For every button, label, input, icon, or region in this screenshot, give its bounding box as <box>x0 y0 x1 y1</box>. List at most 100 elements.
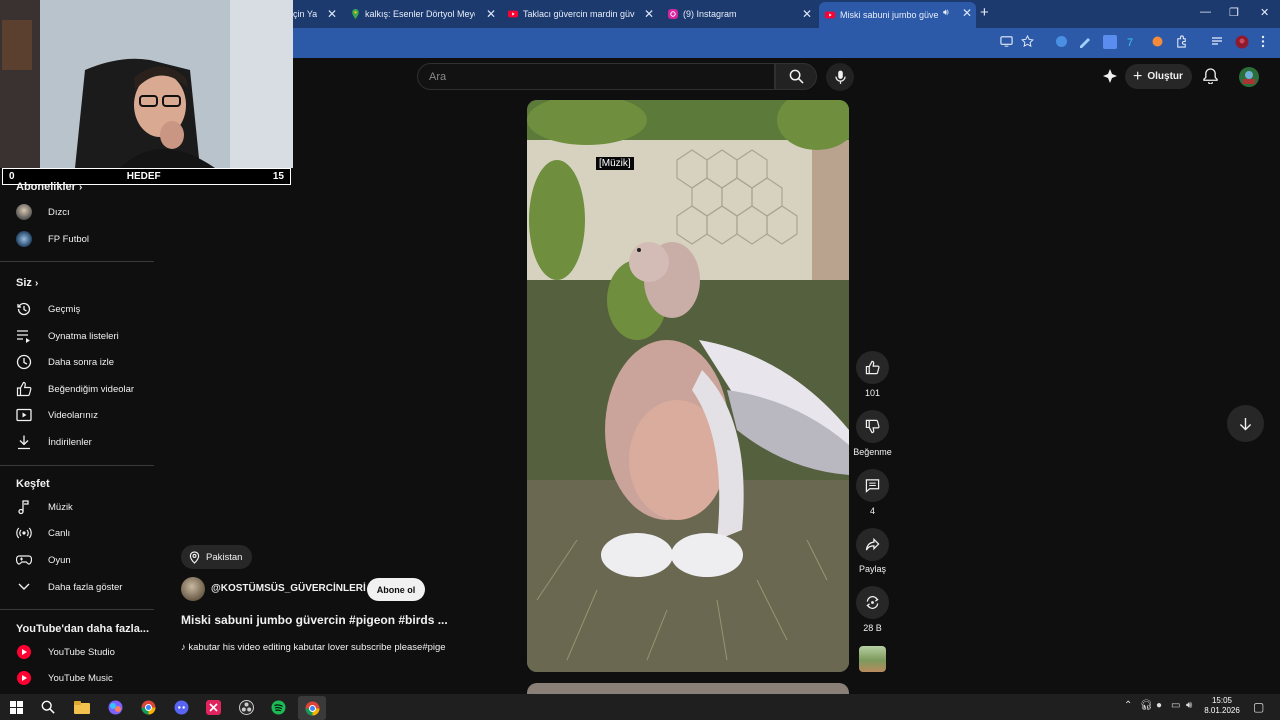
tab-3[interactable]: (9) Instagram ✕ <box>662 3 816 25</box>
live-icon <box>16 525 32 541</box>
close-icon[interactable]: ✕ <box>644 7 654 21</box>
media-queue-icon[interactable] <box>1211 35 1225 49</box>
extension-translate-icon[interactable] <box>1103 35 1117 49</box>
shorts-video-player[interactable] <box>527 100 849 672</box>
search-button[interactable] <box>775 63 817 90</box>
taskbar-clock[interactable]: 15:05 8.01.2026 <box>1200 696 1244 716</box>
goal-current: 0 <box>9 171 15 182</box>
comments-button[interactable] <box>856 469 889 502</box>
remix-button[interactable] <box>856 586 889 619</box>
close-icon[interactable]: ✕ <box>962 6 972 20</box>
account-avatar[interactable] <box>1239 67 1259 87</box>
notification-center-icon[interactable]: ▢ <box>1253 700 1264 714</box>
minimize-button[interactable]: — <box>1200 6 1211 18</box>
steam-icon[interactable]: ● <box>1156 700 1162 711</box>
sidebar-item-liked-videos[interactable]: Beğendiğim videolar <box>0 376 154 402</box>
voice-search-button[interactable] <box>826 63 854 91</box>
discord-icon[interactable] <box>171 697 191 717</box>
microphone-icon <box>834 70 846 85</box>
clock-time: 15:05 <box>1211 696 1233 705</box>
search-icon[interactable] <box>38 697 58 717</box>
close-window-button[interactable]: ✕ <box>1260 6 1269 19</box>
video-title[interactable]: Miski sabuni jumbo güvercin #pigeon #bir… <box>181 613 448 627</box>
remix-icon <box>865 595 880 610</box>
sidebar-item-label: Dızcı <box>48 206 70 218</box>
sidebar-item-gaming[interactable]: Oyun <box>0 547 154 573</box>
channel-avatar <box>16 231 32 247</box>
channel-avatar[interactable] <box>181 577 205 601</box>
subscriptions-heading[interactable]: Abonelikler › <box>16 181 82 193</box>
sidebar-item-youtube-music[interactable]: YouTube Music <box>0 665 154 691</box>
close-icon[interactable]: ✕ <box>802 7 812 21</box>
windows-start-icon[interactable] <box>6 697 26 717</box>
notifications-bell-icon[interactable] <box>1203 68 1218 84</box>
sidebar-item-live[interactable]: Canlı <box>0 520 154 546</box>
sidebar-item-dizci[interactable]: Dızcı <box>0 199 154 225</box>
chrome-icon[interactable] <box>138 697 158 717</box>
profile-avatar-icon[interactable] <box>1235 35 1249 49</box>
sidebar-item-show-more[interactable]: Daha fazla göster <box>0 574 154 600</box>
restore-button[interactable]: ❐ <box>1229 6 1239 19</box>
sidebar-item-downloads[interactable]: İndirilenler <box>0 429 154 455</box>
channel-name[interactable]: @KOSTÜMSÜS_GÜVERCİNLERİ <box>211 583 366 594</box>
volume-icon[interactable]: 🔊︎ <box>1186 700 1192 711</box>
bookmark-star-icon[interactable] <box>1021 35 1035 49</box>
extension-pen-icon[interactable] <box>1078 35 1092 49</box>
obs-icon[interactable] <box>236 697 256 717</box>
network-icon[interactable]: ▭ <box>1171 700 1180 711</box>
next-video-button[interactable] <box>1227 405 1264 442</box>
install-app-icon[interactable] <box>1000 35 1014 49</box>
sidebar-item-fp-futbol[interactable]: FP Futbol <box>0 226 154 252</box>
share-label: Paylaş <box>858 564 886 574</box>
tab-0[interactable]: için Ya ✕ <box>291 3 341 25</box>
sound-thumbnail[interactable] <box>859 646 886 672</box>
new-tab-button[interactable]: + <box>980 4 989 21</box>
x-app-icon[interactable] <box>203 697 223 717</box>
extension-orange-icon[interactable] <box>1151 35 1165 49</box>
speaker-icon[interactable]: 🔊︎ <box>943 7 949 18</box>
dislike-button[interactable] <box>856 410 889 443</box>
dislike-label: Beğenme <box>853 447 892 457</box>
sidebar-item-watch-later[interactable]: Daha sonra izle <box>0 349 154 375</box>
extension-blue-icon[interactable] <box>1055 35 1069 49</box>
close-icon[interactable]: ✕ <box>486 7 496 21</box>
sidebar-item-label: Daha fazla göster <box>48 581 123 593</box>
sidebar-item-history[interactable]: Geçmiş <box>0 296 154 322</box>
spotify-icon[interactable] <box>268 697 288 717</box>
sidebar-item-label: Geçmiş <box>48 303 81 315</box>
like-button[interactable] <box>856 351 889 384</box>
location-chip[interactable]: Pakistan <box>181 545 253 569</box>
tab-1[interactable]: kalkış: Esenler Dörtyol Meydanı ✕ <box>344 3 500 25</box>
browser-menu-icon[interactable] <box>1261 35 1275 49</box>
music-note-icon <box>16 499 32 515</box>
sidebar-item-your-videos[interactable]: Videolarınız <box>0 402 154 428</box>
sidebar-item-label: İndirilenler <box>48 436 92 448</box>
tray-chevron-icon[interactable]: ⌃ <box>1124 700 1132 711</box>
sidebar-item-playlists[interactable]: Oynatma listeleri <box>0 323 154 349</box>
headset-icon[interactable]: 🎧︎ <box>1140 700 1153 711</box>
comment-icon <box>865 478 880 493</box>
copilot-icon[interactable] <box>105 697 125 717</box>
subscribe-button[interactable]: Abone ol <box>367 578 425 601</box>
extensions-puzzle-icon[interactable] <box>1175 35 1189 49</box>
youtube-studio-icon <box>16 644 32 660</box>
chrome-taskbar-active[interactable] <box>298 696 326 720</box>
you-heading[interactable]: Siz › <box>16 277 38 289</box>
search-input[interactable]: Ara <box>417 63 775 90</box>
close-icon[interactable]: ✕ <box>327 7 337 21</box>
extension-7tv-icon[interactable]: 7 <box>1127 35 1141 49</box>
subscriptions-heading-label: Abonelikler <box>16 181 76 193</box>
sidebar-item-label: YouTube Music <box>48 672 113 684</box>
tab-2[interactable]: Taklacı güvercin mardin güvercin ✕ <box>502 3 658 25</box>
thumb-down-icon <box>865 419 880 434</box>
file-explorer-icon[interactable] <box>72 697 92 717</box>
sidebar-item-youtube-studio[interactable]: YouTube Studio <box>0 639 154 665</box>
video-music-line[interactable]: ♪ kabutar his video editing kabutar love… <box>181 642 481 653</box>
playlist-icon <box>16 328 32 344</box>
premium-sparkle-icon[interactable] <box>1102 68 1118 84</box>
sidebar-divider <box>0 465 154 466</box>
share-button[interactable] <box>856 528 889 561</box>
sidebar-item-music[interactable]: Müzik <box>0 494 154 520</box>
tab-4-active[interactable]: Miski sabuni jumbo güvercin 🔊︎ ✕ <box>819 2 976 28</box>
create-button[interactable]: + Oluştur <box>1125 64 1192 89</box>
